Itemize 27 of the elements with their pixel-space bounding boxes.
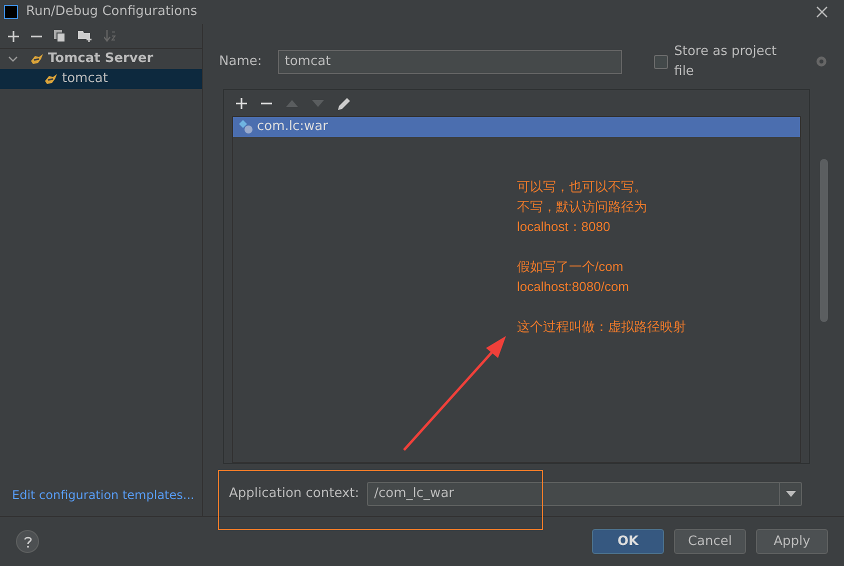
add-icon[interactable]: [8, 30, 19, 42]
annotation-text: 可以写，也可以不写。 不写，默认访问路径为 localhost：8080 假如写了一个/com localhost:8080/com 这个过程叫做：虚拟路径映射: [517, 178, 686, 336]
copy-icon[interactable]: [54, 30, 66, 42]
app-icon: [4, 5, 18, 19]
artifact-icon: [239, 120, 253, 134]
window-title: Run/Debug Configurations: [26, 3, 198, 22]
ok-button[interactable]: OK: [592, 529, 664, 554]
dialog-button[interactable]: Cancel: [674, 529, 746, 554]
dropdown-arrow-icon[interactable]: [786, 491, 796, 497]
folder-plus-icon[interactable]: [78, 30, 92, 42]
application-context-label: Application context:: [229, 485, 360, 504]
help-icon: [24, 536, 32, 548]
application-context-combobox[interactable]: /com_lc_war: [367, 482, 802, 506]
artifact-row[interactable]: com.lc:war: [233, 117, 800, 137]
pencil-icon[interactable]: [338, 96, 351, 110]
add-icon[interactable]: [236, 98, 247, 108]
close-icon[interactable]: [816, 6, 828, 18]
chevron-icon[interactable]: [8, 54, 18, 64]
tree-item[interactable]: tomcat: [0, 69, 202, 89]
dialog-button[interactable]: Apply: [756, 529, 828, 554]
tree-item[interactable]: Tomcat Server: [0, 49, 202, 69]
scrollbar-thumb[interactable]: [820, 159, 828, 322]
name-label: Name:: [219, 52, 262, 71]
name-field[interactable]: tomcat: [278, 50, 622, 74]
edit-templates-link[interactable]: Edit configuration templates...: [0, 486, 202, 516]
store-as-project-file-checkbox[interactable]: Store as project file: [654, 42, 800, 81]
help-button[interactable]: [16, 530, 39, 553]
